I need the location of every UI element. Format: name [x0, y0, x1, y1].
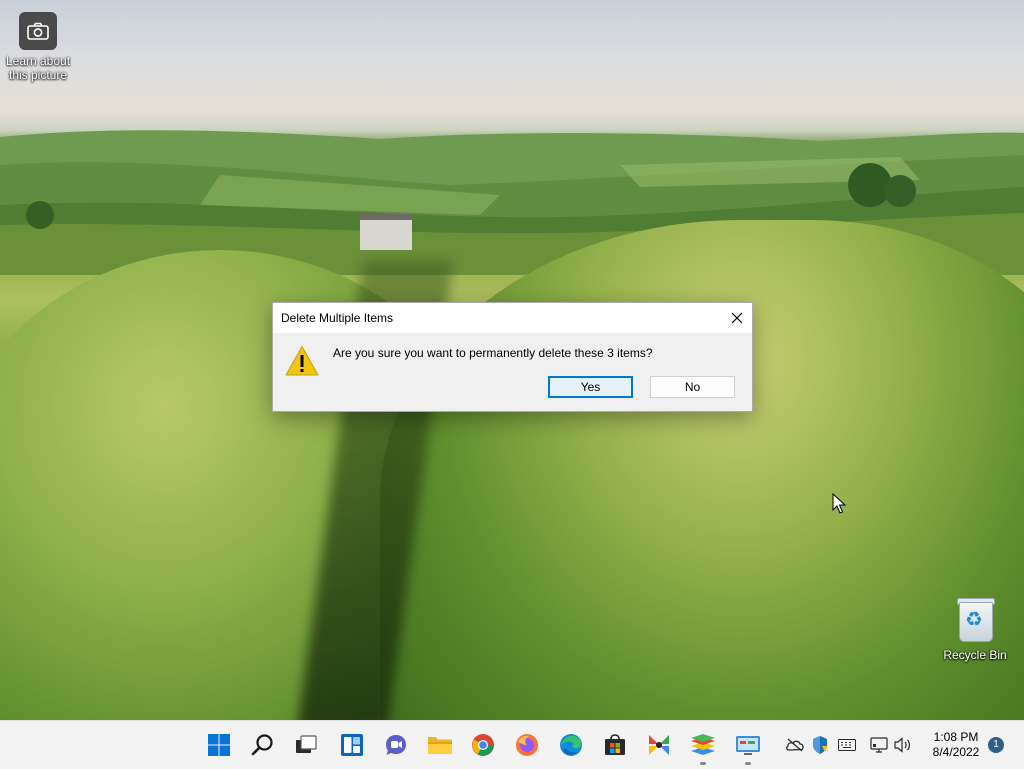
colorful-app-icon[interactable]	[643, 729, 675, 761]
mouse-cursor-icon	[832, 493, 846, 514]
task-view-icon[interactable]	[290, 729, 322, 761]
file-explorer-icon[interactable]	[424, 729, 456, 761]
delete-confirmation-dialog: Delete Multiple Items Are you sure you w…	[272, 302, 753, 412]
edge-icon[interactable]	[555, 729, 587, 761]
network-icon[interactable]	[869, 735, 889, 755]
volume-icon[interactable]	[893, 735, 913, 755]
running-indicator	[745, 762, 751, 765]
warning-icon	[285, 346, 319, 376]
chrome-icon[interactable]	[467, 729, 499, 761]
notification-badge[interactable]: 1	[988, 737, 1004, 753]
close-icon[interactable]	[722, 303, 752, 333]
clock-time: 1:08 PM	[933, 730, 979, 744]
desktop-icon-label: Learn about this picture	[5, 54, 71, 82]
security-icon[interactable]	[810, 735, 830, 755]
widgets-icon[interactable]	[336, 729, 368, 761]
store-icon[interactable]	[599, 729, 631, 761]
chat-icon[interactable]	[380, 729, 412, 761]
running-indicator	[700, 762, 706, 765]
control-panel-icon[interactable]	[732, 729, 764, 765]
taskbar: 1:08 PM 8/4/2022 1	[0, 720, 1024, 769]
keyboard-icon[interactable]	[837, 735, 857, 755]
wheat-field-right	[380, 220, 1024, 720]
no-button[interactable]: No	[650, 376, 735, 398]
dialog-body: Are you sure you want to permanently del…	[273, 333, 752, 411]
desktop-icon-label: Recycle Bin	[943, 648, 1007, 662]
bluestacks-icon[interactable]	[687, 729, 719, 765]
clock[interactable]: 1:08 PM 8/4/2022	[920, 730, 992, 760]
clock-date: 8/4/2022	[932, 745, 980, 759]
windows-start-icon[interactable]	[203, 729, 235, 761]
search-icon[interactable]	[247, 729, 279, 761]
recycle-bin-icon: ♻	[955, 596, 995, 642]
desktop-icon-learn-about-picture[interactable]: Learn about this picture	[0, 12, 76, 82]
onedrive-icon[interactable]	[785, 735, 805, 755]
yes-button[interactable]: Yes	[548, 376, 633, 398]
firefox-icon[interactable]	[511, 729, 543, 761]
dialog-titlebar[interactable]: Delete Multiple Items	[273, 303, 752, 333]
dialog-message: Are you sure you want to permanently del…	[333, 346, 653, 360]
farmhouse	[360, 214, 412, 250]
desktop-icon-recycle-bin[interactable]: ♻ Recycle Bin	[937, 596, 1013, 662]
camera-icon	[19, 12, 57, 50]
dialog-title: Delete Multiple Items	[281, 311, 394, 325]
